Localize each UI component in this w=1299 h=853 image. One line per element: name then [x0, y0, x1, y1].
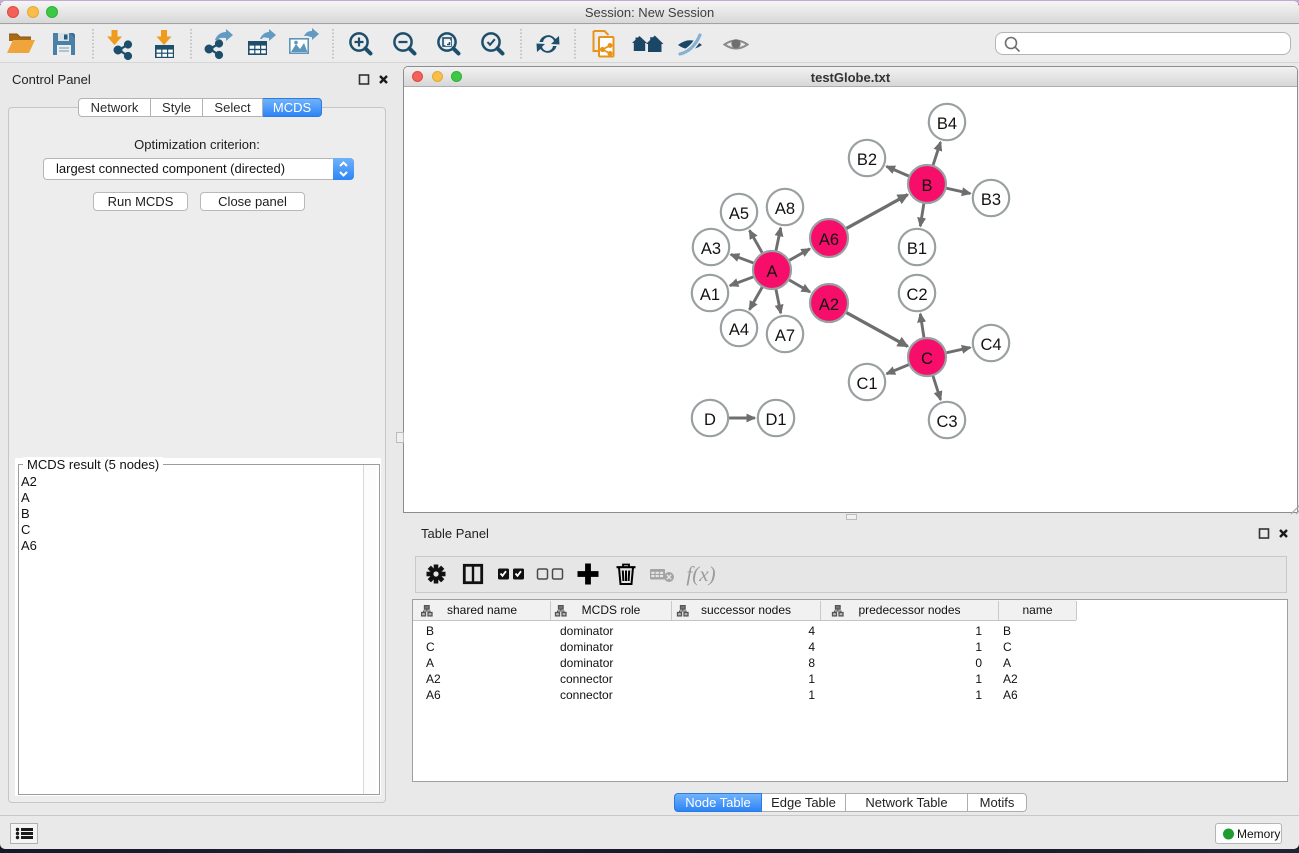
svg-text:A4: A4	[729, 321, 749, 339]
svg-text:C: C	[921, 350, 933, 368]
svg-text:A2: A2	[819, 296, 839, 314]
svg-text:A: A	[766, 263, 777, 281]
svg-text:D1: D1	[765, 411, 786, 429]
svg-text:D: D	[704, 411, 716, 429]
svg-text:B4: B4	[937, 115, 957, 133]
svg-text:A7: A7	[775, 327, 795, 345]
svg-text:C1: C1	[856, 375, 877, 393]
svg-text:C4: C4	[980, 336, 1001, 354]
svg-text:C2: C2	[906, 286, 927, 304]
svg-text:A8: A8	[775, 200, 795, 218]
svg-text:f(x): f(x)	[686, 562, 715, 586]
svg-text:A6: A6	[819, 231, 839, 249]
svg-text:B2: B2	[857, 151, 877, 169]
svg-text:B1: B1	[907, 240, 927, 258]
svg-text:A1: A1	[700, 286, 720, 304]
svg-text:B: B	[921, 177, 932, 195]
svg-text:C3: C3	[936, 413, 957, 431]
svg-text:B3: B3	[981, 191, 1001, 209]
svg-text:A5: A5	[729, 205, 749, 223]
svg-text:A3: A3	[701, 240, 721, 258]
